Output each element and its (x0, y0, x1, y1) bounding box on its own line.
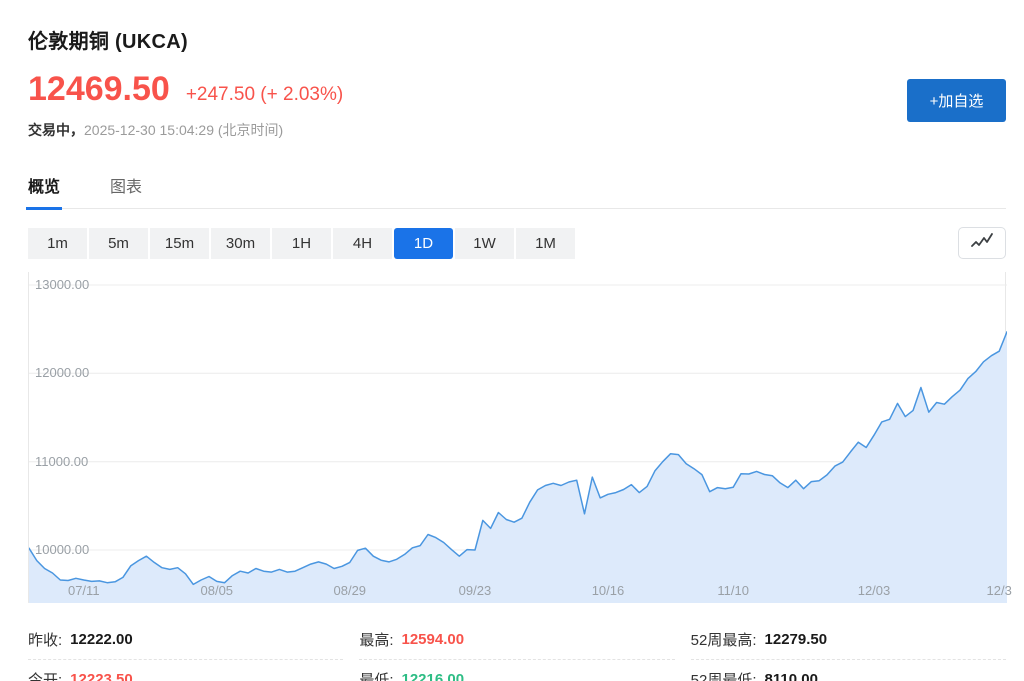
price-change: +247.50 (+ 2.03%) (186, 84, 343, 106)
current-price: 12469.50 (28, 70, 170, 109)
chart-area[interactable]: 13000.0012000.0011000.0010000.0007/1108/… (28, 272, 1006, 603)
range-1M[interactable]: 1M (516, 228, 575, 259)
tabs: 概览 图表 (28, 173, 1006, 209)
quote-timestamp: 2025-12-30 15:04:29 (北京时间) (84, 122, 283, 138)
stat-cell: 今开: 12223.50 (28, 660, 343, 681)
range-30m[interactable]: 30m (211, 228, 270, 259)
quote-page: 伦敦期铜 (UKCA) +加自选 12469.50 +247.50 (+ 2.0… (0, 25, 1024, 681)
range-1m[interactable]: 1m (28, 228, 87, 259)
range-1H[interactable]: 1H (272, 228, 331, 259)
trading-status: 交易中， (28, 122, 84, 138)
stat-label: 52周最高: (691, 629, 757, 650)
stat-value: 12216.00 (402, 671, 465, 681)
add-watchlist-button[interactable]: +加自选 (907, 79, 1006, 122)
range-1W[interactable]: 1W (455, 228, 514, 259)
chart-type-button[interactable] (958, 227, 1006, 259)
price-row: 12469.50 +247.50 (+ 2.03%) (28, 70, 1024, 109)
stat-label: 最低: (359, 669, 393, 681)
line-chart-icon (971, 233, 993, 254)
range-5m[interactable]: 5m (89, 228, 148, 259)
range-buttons: 1m5m15m30m1H4H1D1W1M (28, 228, 575, 259)
stat-label: 昨收: (28, 629, 62, 650)
range-toolbar: 1m5m15m30m1H4H1D1W1M (28, 227, 1006, 259)
range-4H[interactable]: 4H (333, 228, 392, 259)
tab-chart[interactable]: 图表 (110, 173, 142, 208)
stat-cell: 最低: 12216.00 (359, 660, 674, 681)
stat-value: 8110.00 (765, 671, 818, 681)
stat-label: 今开: (28, 669, 62, 681)
stat-cell: 52周最高: 12279.50 (691, 620, 1006, 660)
tab-overview[interactable]: 概览 (28, 173, 60, 208)
stats-grid: 昨收: 12222.00 最高: 12594.00 52周最高: 12279.50 今开: 1… (28, 620, 1006, 681)
stat-cell: 昨收: 12222.00 (28, 620, 343, 660)
price-chart (29, 272, 1007, 603)
stat-value: 12279.50 (765, 631, 828, 648)
stat-label: 最高: (359, 629, 393, 650)
stat-value: 12594.00 (402, 631, 465, 648)
range-1D[interactable]: 1D (394, 228, 453, 259)
stat-value: 12223.50 (70, 671, 133, 681)
stat-value: 12222.00 (70, 631, 133, 648)
stat-label: 52周最低: (691, 669, 757, 681)
range-15m[interactable]: 15m (150, 228, 209, 259)
stat-cell: 最高: 12594.00 (359, 620, 674, 660)
page-title: 伦敦期铜 (UKCA) (28, 25, 1024, 54)
status-row: 交易中，2025-12-30 15:04:29 (北京时间) (28, 120, 1024, 140)
stat-cell: 52周最低: 8110.00 (691, 660, 1006, 681)
